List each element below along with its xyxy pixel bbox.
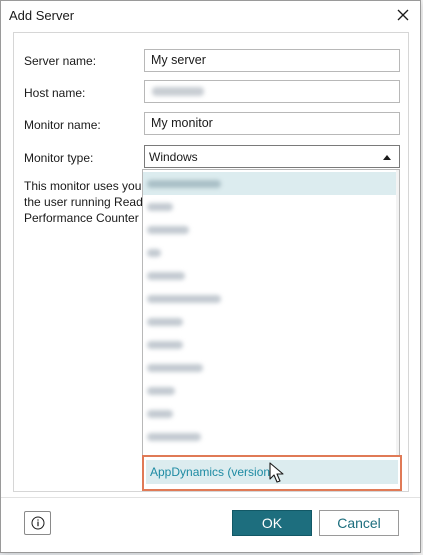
dialog-title: Add Server: [9, 8, 75, 23]
monitor-description: This monitor uses your the user running …: [24, 178, 144, 226]
caret-up-icon: [383, 155, 391, 160]
monitor-type-select[interactable]: Windows: [144, 145, 400, 168]
dropdown-option[interactable]: [143, 264, 399, 287]
host-name-label: Host name:: [24, 86, 86, 100]
close-button[interactable]: [392, 4, 414, 26]
redacted-host-value: [152, 87, 204, 96]
info-button[interactable]: [24, 511, 51, 535]
monitor-type-label: Monitor type:: [24, 151, 94, 165]
monitor-name-input[interactable]: My monitor: [144, 112, 400, 135]
dropdown-option[interactable]: [143, 333, 399, 356]
close-icon: [397, 9, 409, 21]
dropdown-option[interactable]: [143, 287, 399, 310]
dropdown-option[interactable]: [143, 218, 399, 241]
description-line: This monitor uses your: [24, 179, 144, 193]
add-server-dialog: Add Server Server name: My server Host n…: [0, 0, 421, 553]
monitor-type-dropdown-list[interactable]: [142, 169, 400, 487]
dialog-titlebar: Add Server: [1, 1, 420, 31]
host-name-input[interactable]: [144, 80, 400, 103]
dropdown-option[interactable]: [143, 172, 399, 195]
dropdown-option[interactable]: [143, 195, 399, 218]
dropdown-option[interactable]: [143, 379, 399, 402]
server-name-label: Server name:: [24, 54, 97, 68]
dropdown-option[interactable]: [143, 241, 399, 264]
description-line: the user running Ready: [24, 195, 144, 209]
mouse-pointer-icon: [269, 462, 284, 483]
monitor-type-value: Windows: [149, 150, 198, 164]
monitor-name-label: Monitor name:: [24, 118, 101, 132]
option-label: AppDynamics (version: [150, 465, 271, 479]
server-name-input[interactable]: My server: [144, 49, 400, 72]
dropdown-option[interactable]: [143, 356, 399, 379]
dropdown-option[interactable]: [143, 425, 399, 448]
dropdown-option[interactable]: [143, 310, 399, 333]
ok-button[interactable]: OK: [232, 510, 312, 536]
footer-divider: [1, 497, 420, 498]
cancel-button[interactable]: Cancel: [319, 510, 399, 536]
info-icon: [31, 516, 44, 530]
dropdown-scrollbar[interactable]: [396, 170, 399, 486]
description-line: Performance Counter: [24, 211, 139, 225]
dropdown-option[interactable]: [143, 402, 399, 425]
